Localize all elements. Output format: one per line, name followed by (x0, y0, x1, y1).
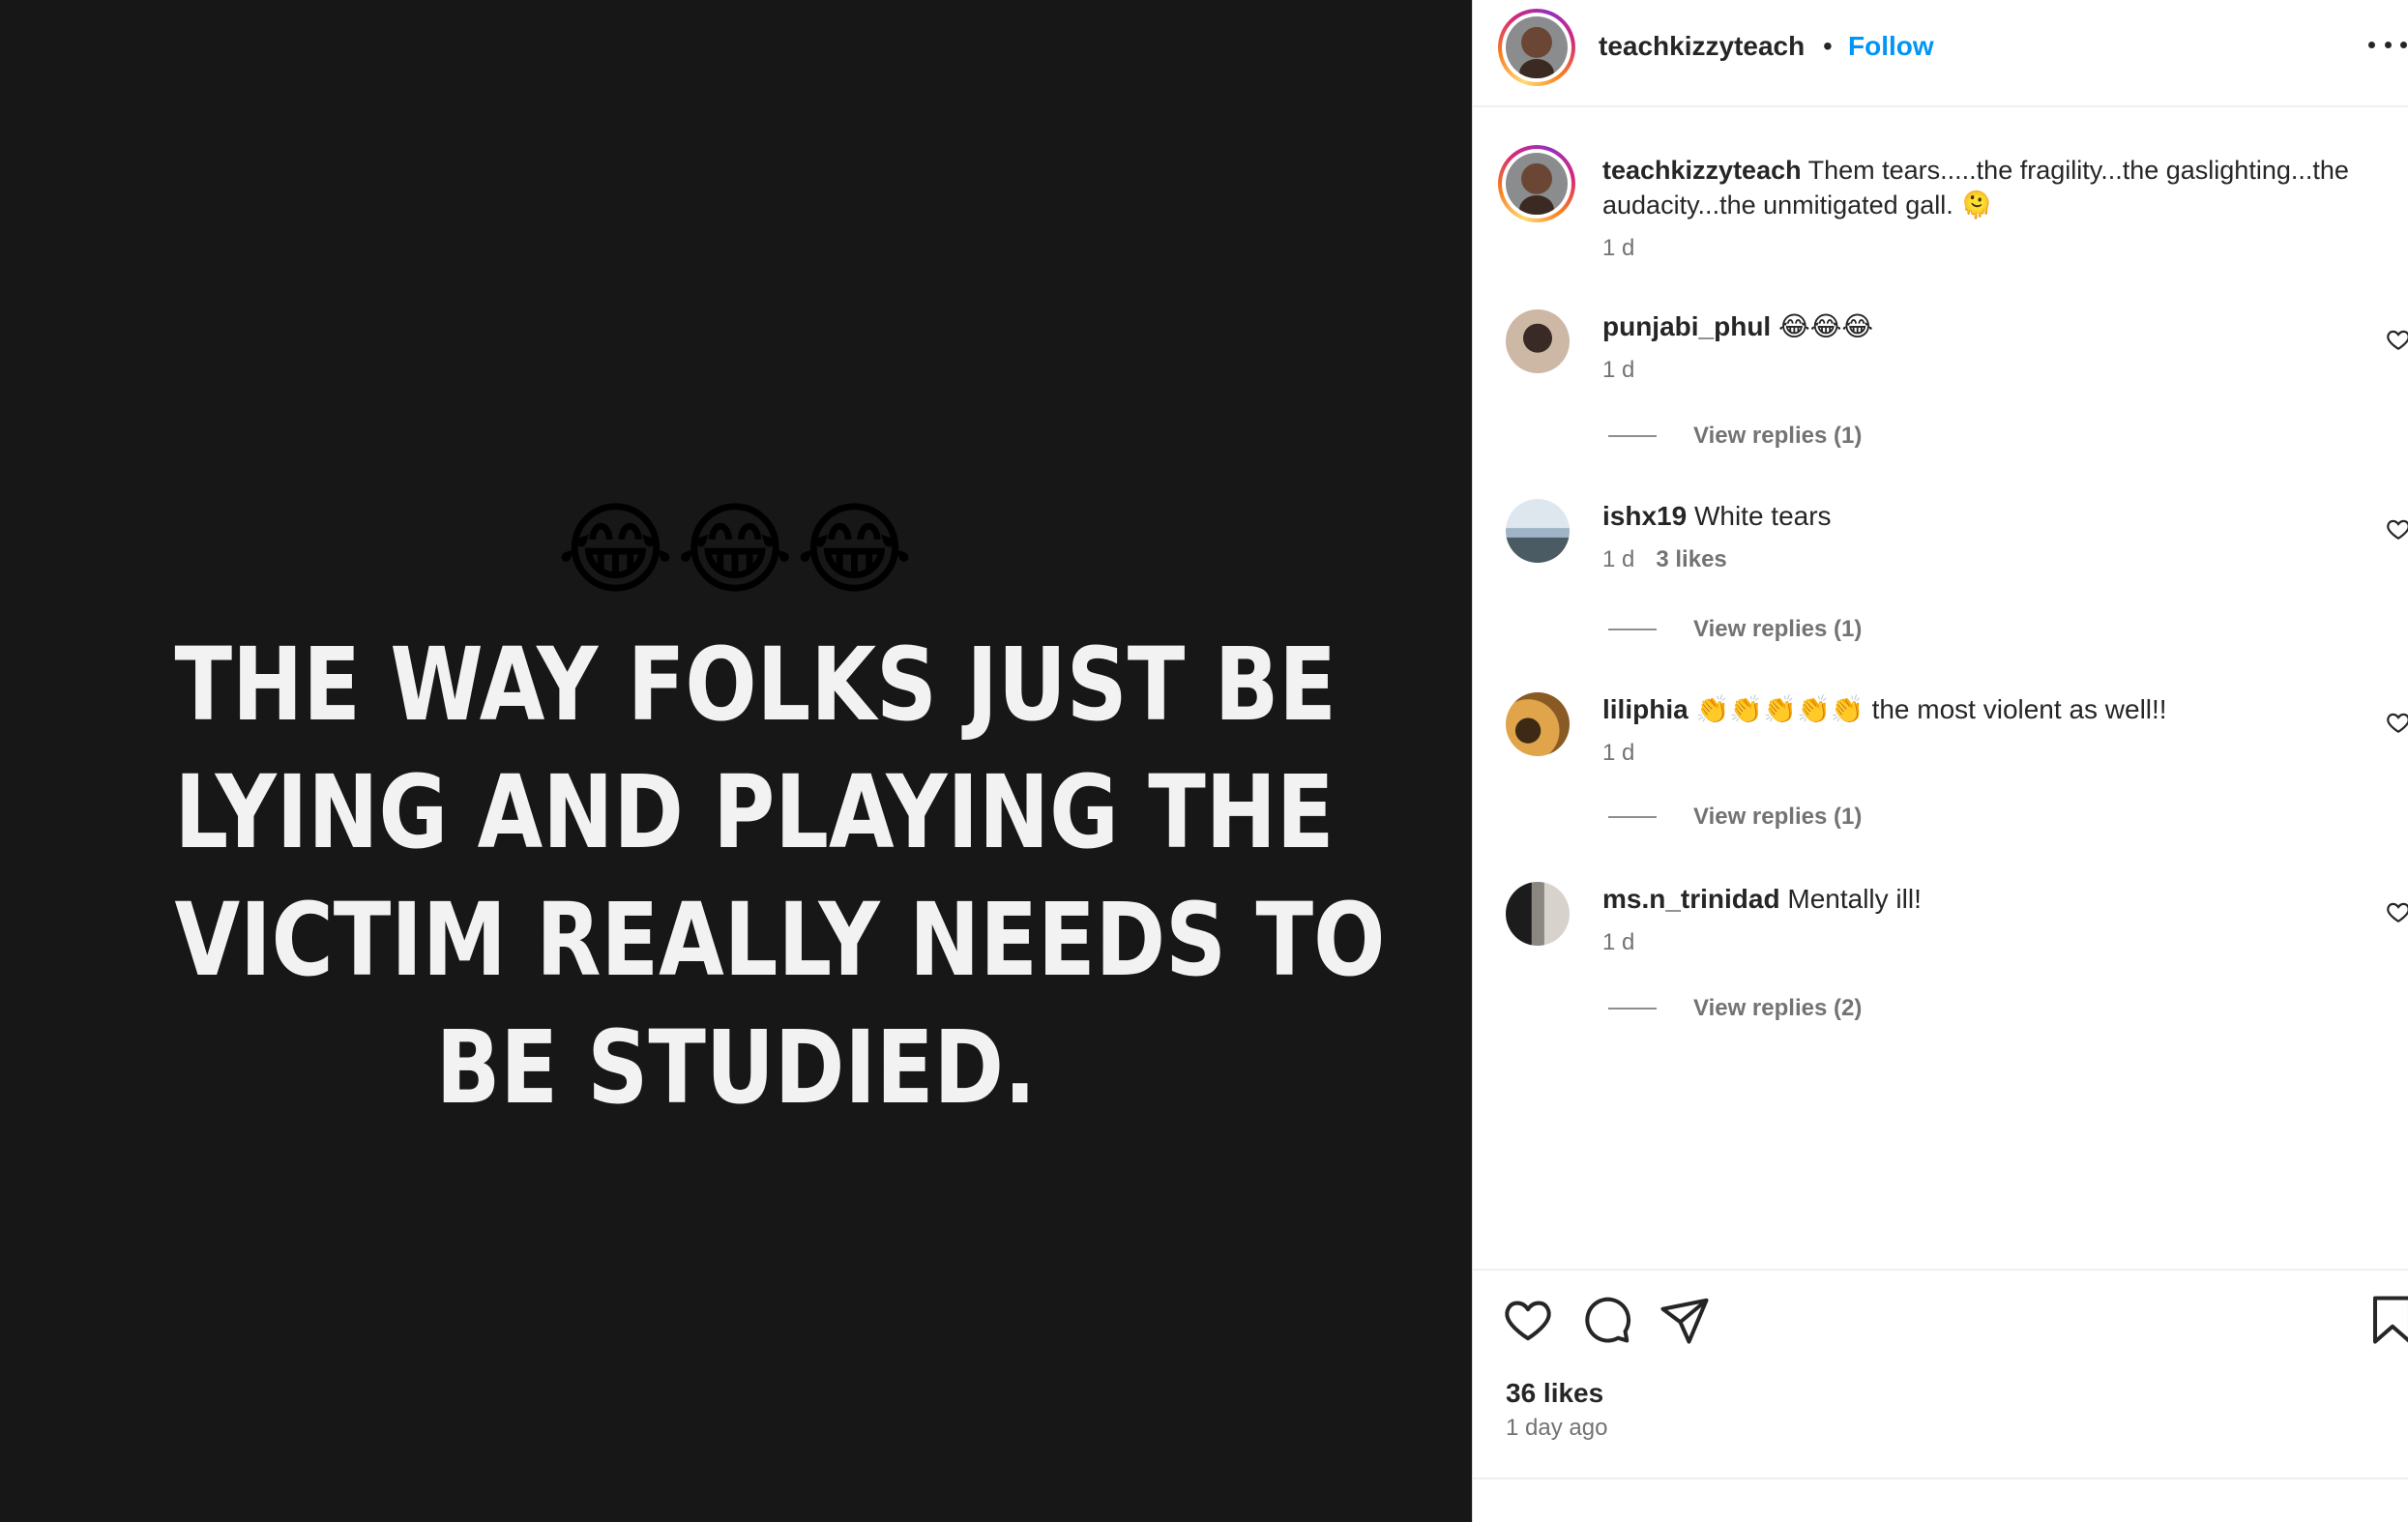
comment-meta: 1 d 3 likes (1602, 545, 1727, 574)
comment-body: Mentally ill! (1779, 884, 1922, 914)
caption-timestamp[interactable]: 1 d (1602, 234, 1634, 263)
comment-text: liliphia 👏👏👏👏👏 the most violent as well!… (1602, 692, 2357, 727)
commenter-avatar[interactable] (1506, 882, 1570, 946)
follow-button[interactable]: Follow (1848, 29, 1934, 64)
replies-line-divider (1608, 816, 1657, 818)
caption-body-line2: audacity...the unmitigated gall. 🫠 (1602, 190, 1993, 220)
replies-line-divider (1608, 1008, 1657, 1010)
comment-like-heart-icon[interactable] (2386, 710, 2408, 735)
post-image-text-line: VICTIM REALLY NEEDS TO (174, 881, 1386, 999)
comment-like-heart-icon[interactable] (2386, 516, 2408, 541)
footer-divider (1473, 1478, 2408, 1479)
comment-bubble-icon[interactable] (1581, 1294, 1633, 1346)
post-likes-count[interactable]: 36 likes (1506, 1377, 1603, 1410)
comment-likes-count[interactable]: 3 likes (1656, 546, 1726, 572)
post-timestamp[interactable]: 1 day ago (1506, 1414, 1607, 1443)
view-replies-label: View replies (1) (1693, 423, 1863, 449)
comment-text: punjabi_phul 😂😂😂 (1602, 309, 2357, 344)
comment-body: White tears (1687, 501, 1832, 531)
post-image-text-line: LYING AND PLAYING THE (174, 753, 1335, 871)
post-image-emojis: 😂😂😂 (556, 490, 916, 608)
view-replies-label: View replies (1) (1693, 616, 1863, 642)
commenter-username[interactable]: punjabi_phul (1602, 311, 1771, 341)
comment-meta: 1 d (1602, 739, 1634, 768)
commenter-avatar[interactable] (1506, 499, 1570, 563)
view-replies-label: View replies (1) (1693, 804, 1863, 830)
view-replies-button[interactable]: View replies (1) (1608, 803, 1862, 832)
commenter-avatar[interactable] (1506, 309, 1570, 373)
comment-text: ishx19 White tears (1602, 499, 2357, 534)
post-image-text-line: THE WAY FOLKS JUST BE (174, 626, 1336, 744)
commenter-username[interactable]: ms.n_trinidad (1602, 884, 1780, 914)
post-actions-bar (1473, 1294, 2408, 1352)
author-avatar[interactable] (1498, 9, 1575, 86)
caption-text: teachkizzyteach Them tears.....the fragi… (1602, 153, 2408, 222)
comment-like-heart-icon[interactable] (2386, 899, 2408, 924)
comment-meta: 1 d (1602, 356, 1634, 385)
comment-timestamp[interactable]: 1 d (1602, 357, 1634, 383)
commenter-avatar[interactable] (1506, 692, 1570, 756)
separator-dot: • (1823, 31, 1833, 61)
bookmark-icon[interactable] (2366, 1294, 2408, 1346)
post-image[interactable]: 😂😂😂 THE WAY FOLKS JUST BE LYING AND PLAY… (0, 0, 1472, 1522)
caption-author-avatar[interactable] (1498, 145, 1575, 222)
more-options-icon[interactable] (2368, 25, 2407, 64)
commenter-username[interactable]: liliphia (1602, 694, 1689, 724)
view-replies-label: View replies (2) (1693, 995, 1863, 1021)
replies-line-divider (1608, 629, 1657, 630)
commenter-username[interactable]: ishx19 (1602, 501, 1687, 531)
view-replies-button[interactable]: View replies (2) (1608, 994, 1862, 1023)
comment-meta: 1 d (1602, 928, 1634, 957)
post-header: teachkizzyteach • Follow (1473, 0, 2408, 107)
comment-timestamp[interactable]: 1 d (1602, 929, 1634, 955)
comment-body: 👏👏👏👏👏 the most violent as well!! (1688, 694, 2167, 724)
view-replies-button[interactable]: View replies (1) (1608, 615, 1862, 644)
post-image-text: THE WAY FOLKS JUST BE LYING AND PLAYING … (174, 621, 1386, 1131)
view-replies-button[interactable]: View replies (1) (1608, 422, 1862, 451)
replies-line-divider (1608, 435, 1657, 437)
comment-body: 😂😂😂 (1771, 311, 1874, 341)
comment-like-heart-icon[interactable] (2386, 327, 2408, 352)
paper-plane-icon[interactable] (1659, 1294, 1711, 1346)
comment-timestamp[interactable]: 1 d (1602, 740, 1634, 766)
instagram-post-view: 😂😂😂 THE WAY FOLKS JUST BE LYING AND PLAY… (0, 0, 2408, 1522)
actions-divider (1473, 1269, 2408, 1271)
caption-body-line1: Them tears.....the fragility...the gasli… (1801, 156, 2349, 185)
comment-timestamp[interactable]: 1 d (1602, 546, 1634, 572)
heart-icon[interactable] (1502, 1294, 1554, 1346)
author-username[interactable]: teachkizzyteach (1599, 29, 1805, 64)
post-image-text-line: BE STUDIED. (435, 1009, 1037, 1127)
comment-text: ms.n_trinidad Mentally ill! (1602, 882, 2357, 917)
post-side-panel: teachkizzyteach • Follow teachkizzyteach… (1472, 0, 2408, 1522)
caption-username[interactable]: teachkizzyteach (1602, 156, 1802, 185)
